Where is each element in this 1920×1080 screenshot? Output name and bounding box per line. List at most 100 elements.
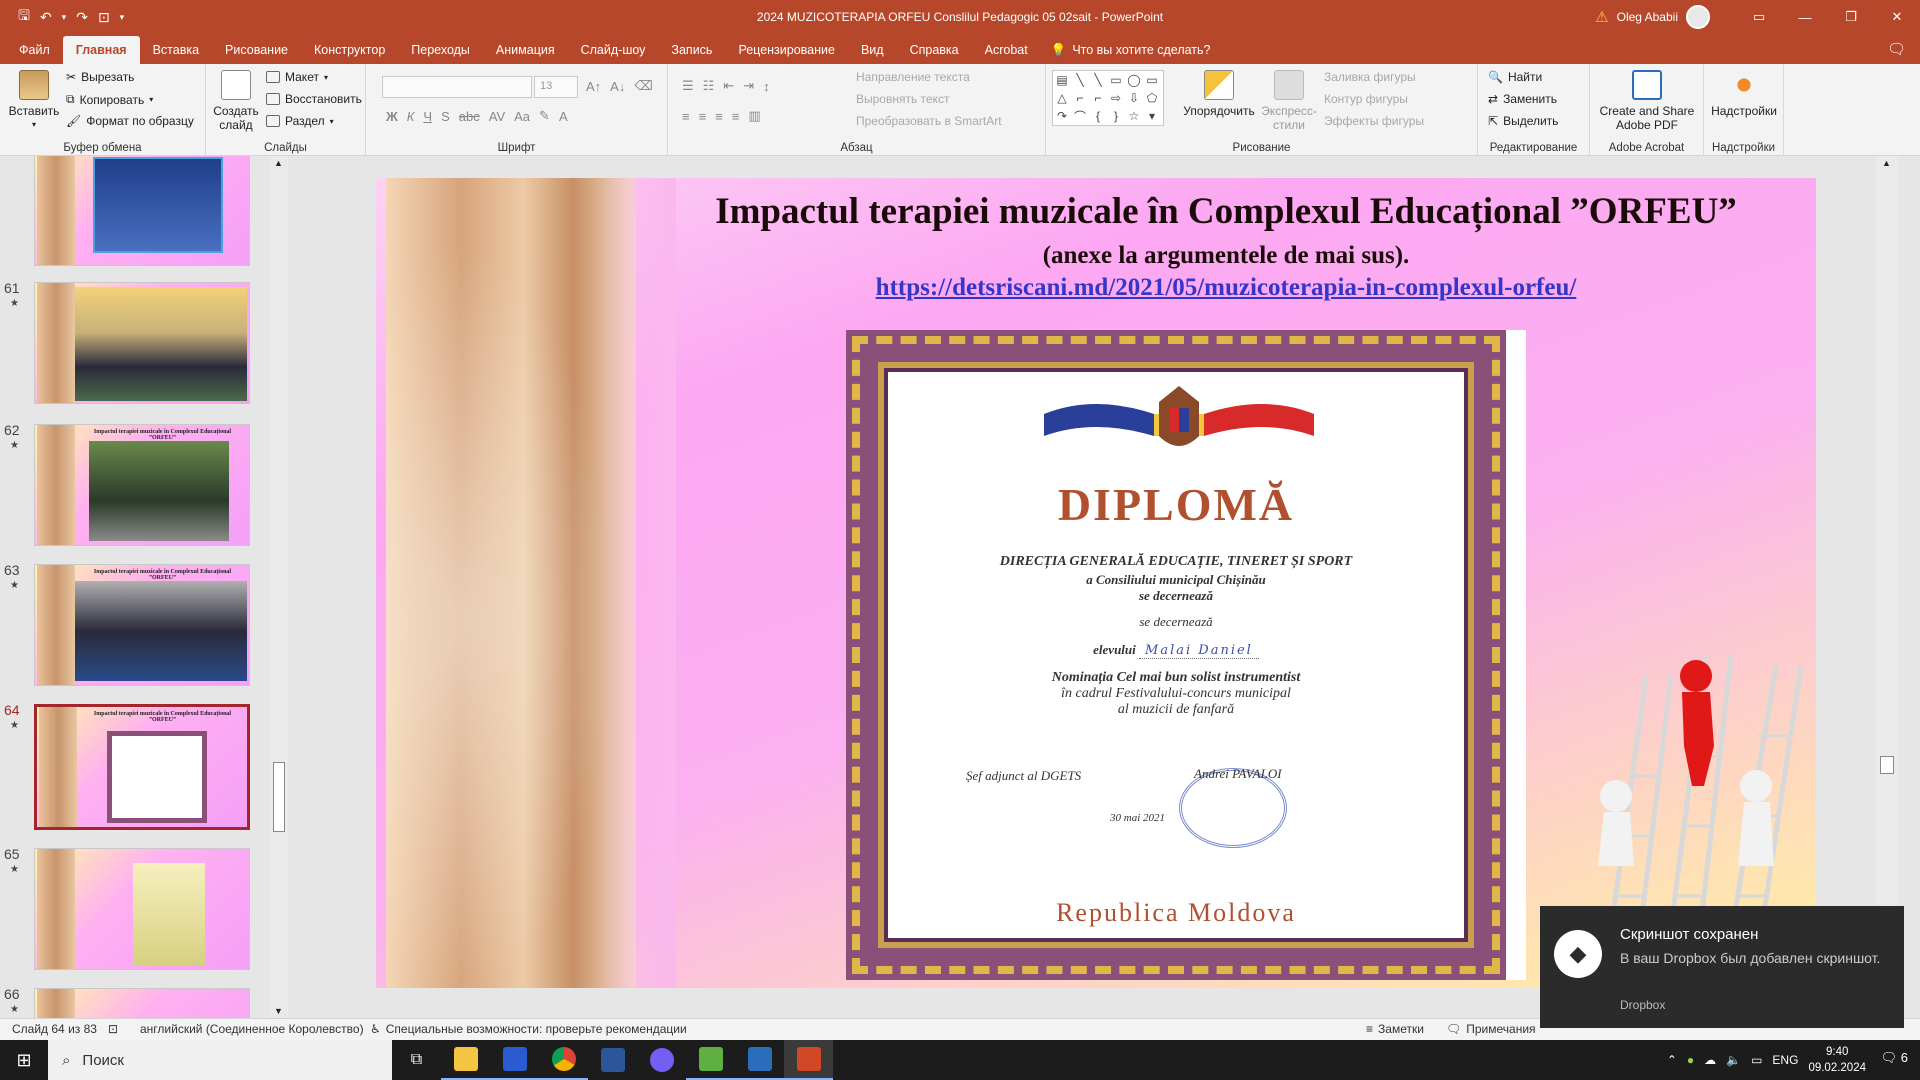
bold-icon[interactable]: Ж (386, 109, 398, 124)
chrome-icon[interactable] (539, 1040, 588, 1080)
convert-smartart-button[interactable]: Преобразовать в SmartArt (856, 114, 1002, 128)
volume-icon[interactable]: 🔈 (1726, 1053, 1741, 1067)
triangle-icon[interactable]: △ (1053, 89, 1071, 107)
spacing-icon[interactable]: AV (489, 109, 505, 124)
oval-icon[interactable]: ◯ (1125, 71, 1143, 89)
arrow-icon[interactable]: ⇨ (1107, 89, 1125, 107)
font-name-field[interactable] (382, 76, 532, 98)
save-icon[interactable]: 🖫 (18, 5, 30, 29)
section-button[interactable]: Раздел ▾ (266, 114, 334, 128)
align-right-icon[interactable]: ≡ (715, 109, 723, 124)
increase-indent-icon[interactable]: ⇥ (743, 78, 754, 94)
chevron-up-icon[interactable]: ⌃ (1667, 1053, 1677, 1067)
tab-record[interactable]: Запись (658, 36, 725, 64)
spellcheck-icon[interactable]: ⊡ (108, 1022, 118, 1036)
slide-title[interactable]: Impactul terapiei muzicale în Complexul … (656, 190, 1796, 233)
undo-dropdown-icon[interactable]: ▾ (62, 12, 67, 23)
grow-font-icon[interactable]: A↑ (586, 79, 601, 94)
italic-icon[interactable]: К (407, 109, 415, 124)
more-icon[interactable]: ▾ (1143, 107, 1161, 125)
notes-button[interactable]: ≡ Заметки (1366, 1022, 1424, 1036)
tab-file[interactable]: Файл (6, 36, 63, 64)
save-app-icon[interactable] (490, 1040, 539, 1080)
notification-center-icon[interactable]: 🗨 6 (1881, 1050, 1908, 1066)
tab-acrobat[interactable]: Acrobat (972, 36, 1041, 64)
tab-design[interactable]: Конструктор (301, 36, 398, 64)
avatar[interactable] (1686, 5, 1710, 29)
curve-icon[interactable]: ⌒ (1071, 107, 1089, 125)
format-painter-button[interactable]: 🖌 Формат по образцу (66, 114, 194, 128)
slide-thumbnail[interactable] (34, 848, 250, 970)
line-icon[interactable]: ╲ (1071, 71, 1089, 89)
tab-draw[interactable]: Рисование (212, 36, 301, 64)
pentagon-icon[interactable]: ⬠ (1143, 89, 1161, 107)
scroll-down-icon[interactable]: ▼ (274, 1006, 283, 1016)
arrange-button[interactable]: Упорядочить (1183, 70, 1255, 118)
scroll-up-icon[interactable]: ▲ (1882, 158, 1891, 168)
language-indicator[interactable]: ENG (1772, 1053, 1798, 1067)
task-view-icon[interactable]: ⧉ (392, 1040, 441, 1080)
ribbon-display-icon[interactable]: ▭ (1736, 0, 1782, 34)
slide-subtitle[interactable]: (anexe la argumentele de mai sus). (656, 242, 1796, 270)
brace-icon[interactable]: { (1089, 107, 1107, 125)
strikethrough-icon[interactable]: abc (459, 109, 480, 124)
taskbar-search[interactable]: ⌕ Поиск (48, 1040, 392, 1080)
shape-fill-button[interactable]: Заливка фигуры (1324, 70, 1416, 84)
addins-button[interactable]: Надстройки (1708, 70, 1780, 118)
present-from-start-icon[interactable]: ⊡ (98, 9, 110, 26)
slide-hyperlink[interactable]: https://detsriscani.md/2021/05/muzicoter… (656, 274, 1796, 302)
dropbox-notification[interactable]: ◆ Скриншот сохранен В ваш Dropbox был до… (1540, 906, 1904, 1028)
tab-review[interactable]: Рецензирование (725, 36, 848, 64)
connector-icon[interactable]: ⌐ (1071, 89, 1089, 107)
shapes-gallery[interactable]: ▤ ╲ ╲ ▭ ◯ ▭ △ ⌐ ⌐ ⇨ ⇩ ⬠ ↷ ⌒{} ☆ ▾ (1052, 70, 1164, 126)
numbering-icon[interactable]: ☷ (703, 78, 715, 94)
underline-icon[interactable]: Ч (423, 109, 432, 124)
thumbnails-scrollbar[interactable]: ▲ ▼ (270, 156, 288, 1018)
find-button[interactable]: 🔍 Найти (1488, 70, 1542, 84)
tab-transitions[interactable]: Переходы (398, 36, 483, 64)
textbox-icon[interactable]: ▤ (1053, 71, 1071, 89)
user-account[interactable]: ⚠ Oleg Ababii (1595, 5, 1710, 29)
cut-button[interactable]: ✂ Вырезать (66, 70, 134, 84)
current-slide[interactable]: Impactul terapiei muzicale în Complexul … (376, 178, 1816, 988)
layout-button[interactable]: Макет ▾ (266, 70, 328, 84)
create-pdf-button[interactable]: Create and Share Adobe PDF (1594, 70, 1700, 132)
text-direction-button[interactable]: Направление текста (856, 70, 970, 84)
columns-icon[interactable]: ▥ (748, 108, 760, 124)
slide-thumbnail[interactable] (34, 282, 250, 404)
shadow-icon[interactable]: S (441, 109, 450, 124)
tab-animations[interactable]: Анимация (483, 36, 568, 64)
comments-button[interactable]: 🗨 Примечания (1446, 1022, 1536, 1036)
font-size-field[interactable]: 13 (534, 76, 578, 98)
tab-home[interactable]: Главная (62, 36, 140, 64)
shape-outline-button[interactable]: Контур фигуры (1324, 92, 1408, 106)
justify-icon[interactable]: ≡ (732, 109, 740, 124)
slide-thumbnail[interactable]: Impactul terapiei muzicale în Complexul … (34, 424, 250, 546)
font-color-icon[interactable]: A (559, 109, 568, 124)
scrollbar-thumb[interactable] (1880, 756, 1894, 774)
rectangle-icon[interactable]: ▭ (1143, 71, 1161, 89)
minimize-button[interactable]: — (1782, 0, 1828, 34)
language-indicator[interactable]: английский (Соединенное Королевство) (140, 1022, 364, 1036)
copy-button[interactable]: ⧉ Копировать ▾ (66, 92, 153, 107)
shrink-font-icon[interactable]: A↓ (610, 79, 625, 94)
slide-thumbnail[interactable]: Impactul terapiei muzicale în Complexul … (34, 564, 250, 686)
network-status-icon[interactable]: ● (1687, 1053, 1694, 1067)
slide-thumbnail[interactable] (34, 156, 250, 266)
cloud-icon[interactable]: ☁ (1704, 1053, 1716, 1067)
select-button[interactable]: ⇱ Выделить (1488, 114, 1558, 128)
customize-qat-icon[interactable]: ▾ (120, 12, 125, 23)
undo-icon[interactable]: ↶ (40, 9, 52, 26)
tab-view[interactable]: Вид (848, 36, 897, 64)
display-icon[interactable]: ▭ (1751, 1053, 1762, 1067)
line-spacing-icon[interactable]: ↕ (763, 79, 770, 94)
new-slide-button[interactable]: Создать слайд (212, 70, 260, 132)
replace-button[interactable]: ⇄ Заменить (1488, 92, 1557, 106)
arrow-icon[interactable]: ⇩ (1125, 89, 1143, 107)
connector-icon[interactable]: ⌐ (1089, 89, 1107, 107)
powerpoint-icon[interactable] (784, 1040, 833, 1080)
word-icon[interactable] (588, 1040, 637, 1080)
slide-scrollbar[interactable]: ▲ ▼ ⏶ ⏷ (1876, 156, 1898, 1018)
close-button[interactable]: ✕ (1874, 0, 1920, 34)
slide-thumbnails-pane[interactable]: 61 ★ 62 ★ Impactul terapiei muzicale în … (0, 156, 290, 1018)
